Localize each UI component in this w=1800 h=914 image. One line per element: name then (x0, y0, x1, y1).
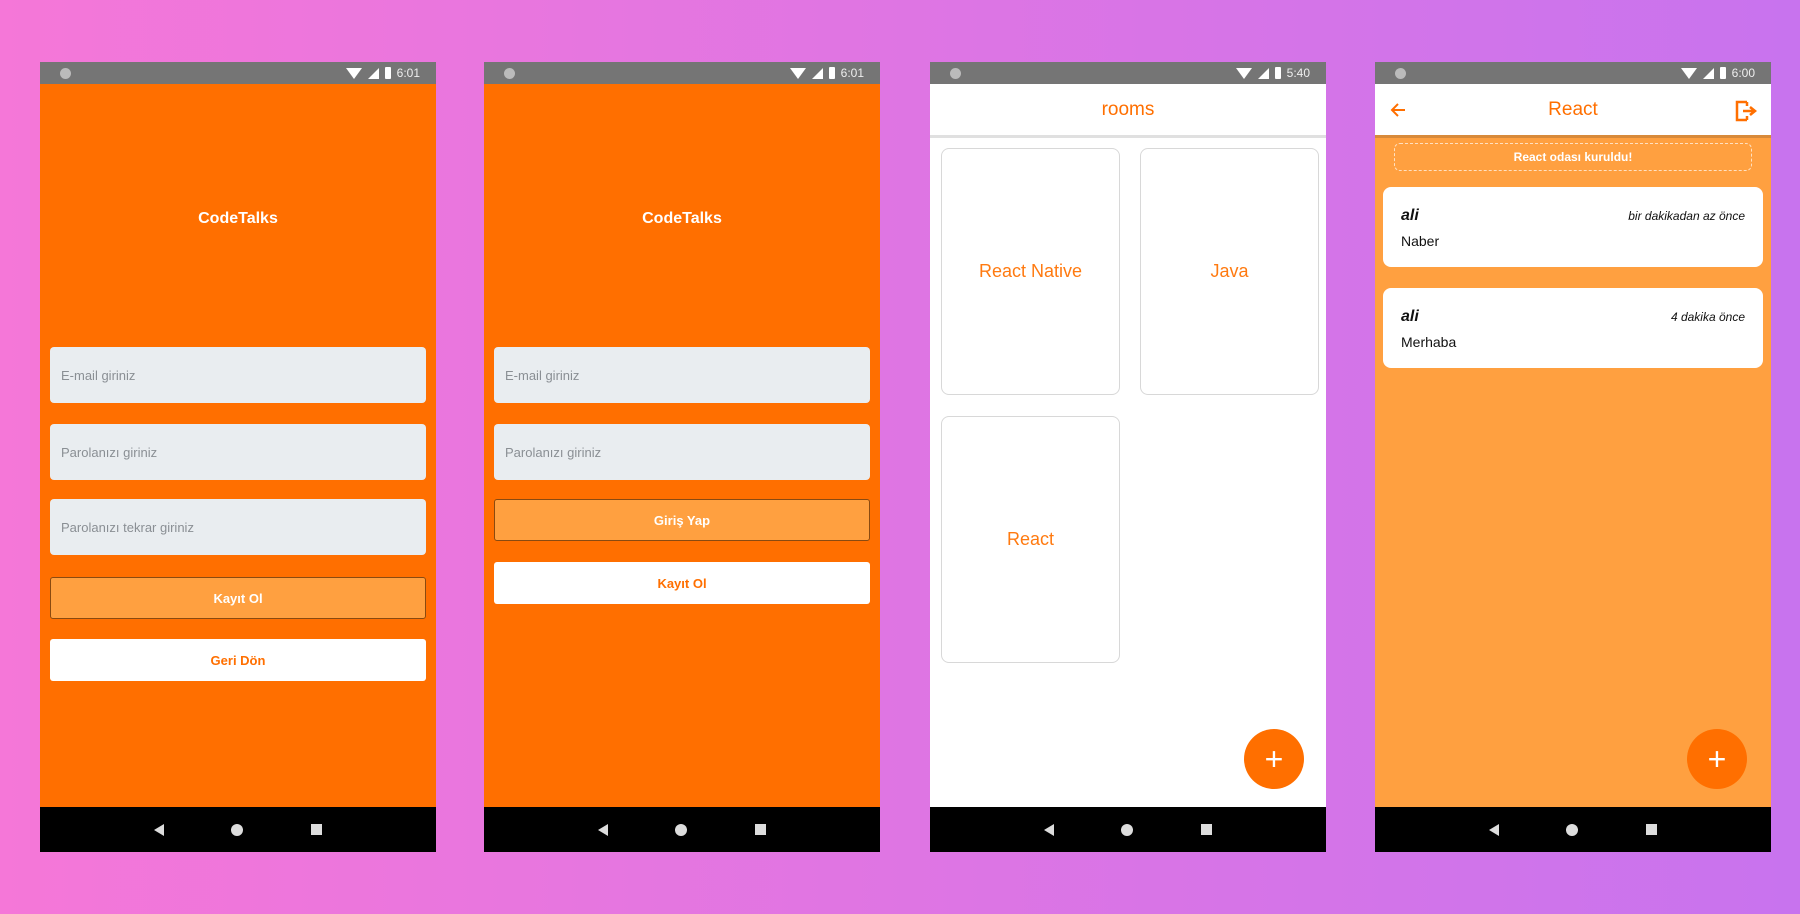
room-created-notice: React odası kuruldu! (1394, 143, 1752, 171)
message-text: Merhaba (1401, 334, 1457, 350)
back-arrow-icon[interactable] (1389, 101, 1407, 119)
nav-home-icon[interactable] (675, 823, 688, 836)
clock: 6:01 (840, 66, 864, 80)
header-title: rooms (1101, 98, 1155, 120)
app-title: CodeTalks (198, 210, 278, 227)
battery-icon (1719, 67, 1726, 79)
header: rooms (930, 84, 1326, 138)
header-title: React (1548, 98, 1598, 120)
logout-icon[interactable] (1733, 98, 1759, 124)
nav-bar (484, 807, 880, 852)
email-input[interactable]: E-mail giriniz (494, 347, 870, 403)
nav-bar (1375, 807, 1771, 852)
message-time: 4 dakika önce (1670, 310, 1745, 324)
nav-bar (930, 807, 1326, 852)
message-time: bir dakikadan az önce (1628, 209, 1745, 223)
room-card[interactable]: Java (1140, 148, 1319, 395)
nav-home-icon[interactable] (231, 823, 244, 836)
battery-icon (828, 67, 835, 79)
send-message-button[interactable]: + (1687, 729, 1747, 789)
back-button[interactable]: Geri Dön (50, 639, 426, 681)
signal-icon (811, 67, 823, 79)
room-card[interactable]: React (941, 416, 1120, 663)
status-bar: 6:01 (484, 62, 880, 84)
password-input[interactable]: Parolanızı giriniz (494, 424, 870, 480)
login-screen: 6:01 CodeTalks E-mail giriniz Parolanızı… (484, 62, 880, 852)
add-room-button[interactable]: + (1244, 729, 1304, 789)
notification-icon (950, 68, 961, 79)
status-bar: 6:01 (40, 62, 436, 84)
message-card: ali 4 dakika önce Merhaba (1383, 288, 1763, 368)
status-bar: 6:00 (1375, 62, 1771, 84)
signal-icon (1702, 67, 1714, 79)
battery-icon (1274, 67, 1281, 79)
nav-recents-icon[interactable] (755, 824, 767, 835)
nav-recents-icon[interactable] (1201, 824, 1213, 835)
wifi-icon (345, 67, 362, 79)
message-text: Naber (1401, 233, 1440, 249)
status-bar: 5:40 (930, 62, 1326, 84)
nav-back-icon[interactable] (1043, 823, 1054, 836)
wifi-icon (1680, 67, 1697, 79)
password-input[interactable]: Parolanızı giriniz (50, 424, 426, 480)
clock: 6:01 (396, 66, 420, 80)
wifi-icon (789, 67, 806, 79)
wifi-icon (1235, 67, 1252, 79)
rooms-screen: 5:40 rooms React Native Java React + (930, 62, 1326, 852)
room-card[interactable]: React Native (941, 148, 1120, 395)
email-input[interactable]: E-mail giriniz (50, 347, 426, 403)
nav-back-icon[interactable] (153, 823, 164, 836)
nav-home-icon[interactable] (1121, 823, 1134, 836)
header: React (1375, 84, 1771, 138)
register-button[interactable]: Kayıt Ol (494, 562, 870, 604)
app-title: CodeTalks (642, 210, 722, 227)
nav-recents-icon[interactable] (311, 824, 323, 835)
clock: 5:40 (1286, 66, 1310, 80)
login-button[interactable]: Giriş Yap (494, 499, 870, 541)
clock: 6:00 (1731, 66, 1755, 80)
password-repeat-input[interactable]: Parolanızı tekrar giriniz (50, 499, 426, 555)
battery-icon (384, 67, 391, 79)
nav-bar (40, 807, 436, 852)
room-name: Java (1210, 261, 1249, 281)
nav-recents-icon[interactable] (1646, 824, 1658, 835)
room-name: React Native (978, 261, 1083, 281)
notification-icon (1395, 68, 1406, 79)
signal-icon (367, 67, 379, 79)
message-card: ali bir dakikadan az önce Naber (1383, 187, 1763, 267)
signal-icon (1257, 67, 1269, 79)
notification-icon (504, 68, 515, 79)
chat-screen: 6:00 React React odası kuruldu! ali bir … (1375, 62, 1771, 852)
notification-icon (60, 68, 71, 79)
nav-home-icon[interactable] (1566, 823, 1579, 836)
room-name: React (1006, 529, 1055, 549)
register-screen: 6:01 CodeTalks E-mail giriniz Parolanızı… (40, 62, 436, 852)
register-button[interactable]: Kayıt Ol (50, 577, 426, 619)
nav-back-icon[interactable] (597, 823, 608, 836)
nav-back-icon[interactable] (1488, 823, 1499, 836)
